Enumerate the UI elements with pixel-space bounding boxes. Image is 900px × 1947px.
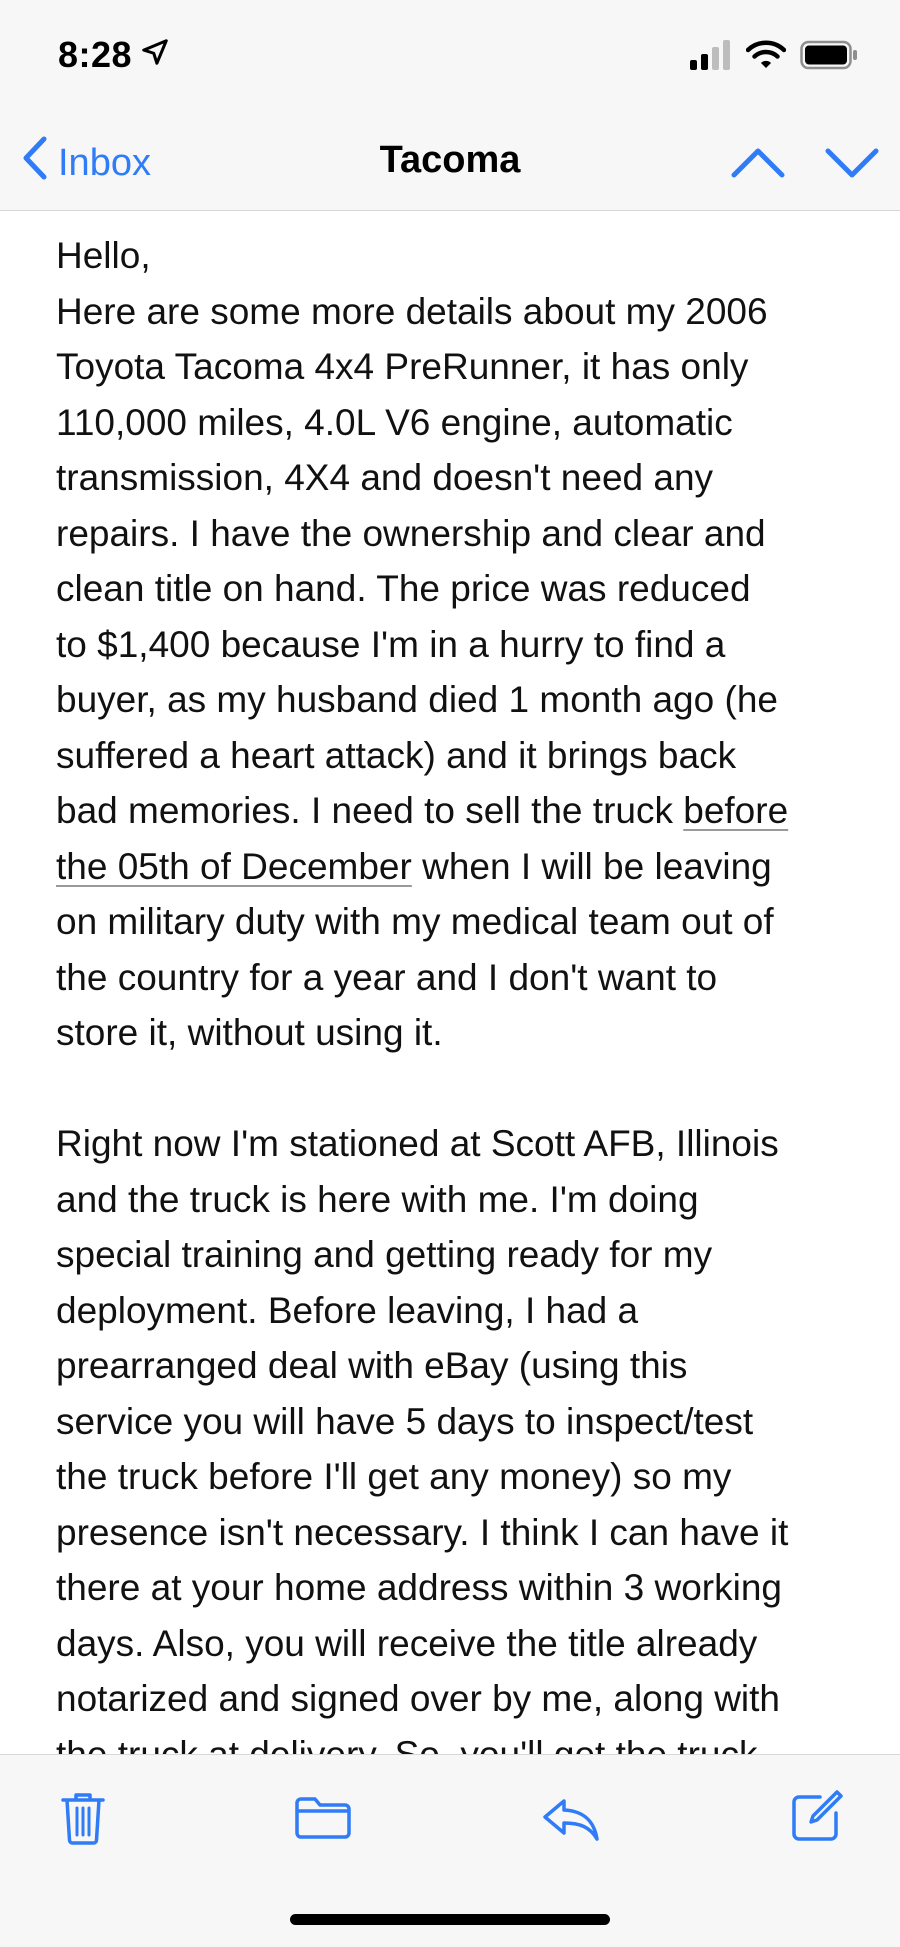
location-arrow-icon bbox=[140, 34, 170, 76]
status-bar: 8:28 bbox=[0, 0, 900, 115]
date-link-part-1[interactable]: before bbox=[683, 790, 788, 831]
compose-icon bbox=[792, 1790, 843, 1841]
date-link-part-2[interactable]: the 05th of December bbox=[56, 846, 412, 887]
email-text: Hello, Here are some more details about … bbox=[56, 228, 856, 1754]
compose-button[interactable] bbox=[790, 1789, 844, 1848]
move-to-folder-button[interactable] bbox=[294, 1795, 352, 1846]
paragraph-1-text-a: Here are some more details about my 2006… bbox=[56, 290, 778, 832]
wifi-icon bbox=[745, 40, 787, 75]
reply-button[interactable] bbox=[542, 1797, 600, 1848]
cellular-signal-icon bbox=[690, 40, 732, 75]
previous-message-button[interactable] bbox=[730, 137, 786, 194]
email-greeting: Hello, bbox=[56, 235, 151, 276]
email-paragraph-2: Right now I'm stationed at Scott AFB, Il… bbox=[56, 1123, 789, 1754]
status-icons bbox=[690, 40, 858, 75]
chevron-down-icon bbox=[825, 148, 879, 178]
home-indicator[interactable] bbox=[290, 1914, 610, 1925]
folder-icon bbox=[295, 1797, 351, 1839]
status-time: 8:28 bbox=[58, 34, 170, 76]
reply-icon bbox=[543, 1799, 599, 1841]
email-body[interactable]: Hello, Here are some more details about … bbox=[0, 212, 900, 1754]
trash-icon bbox=[61, 1793, 105, 1845]
nav-bar: Inbox Tacoma bbox=[0, 115, 900, 211]
time-text: 8:28 bbox=[58, 34, 133, 75]
battery-icon bbox=[800, 40, 858, 75]
chevron-up-icon bbox=[731, 148, 785, 178]
email-paragraph-1: Here are some more details about my 2006… bbox=[56, 284, 856, 1061]
next-message-button[interactable] bbox=[824, 137, 880, 194]
delete-button[interactable] bbox=[60, 1791, 106, 1850]
message-navigation bbox=[730, 137, 880, 194]
